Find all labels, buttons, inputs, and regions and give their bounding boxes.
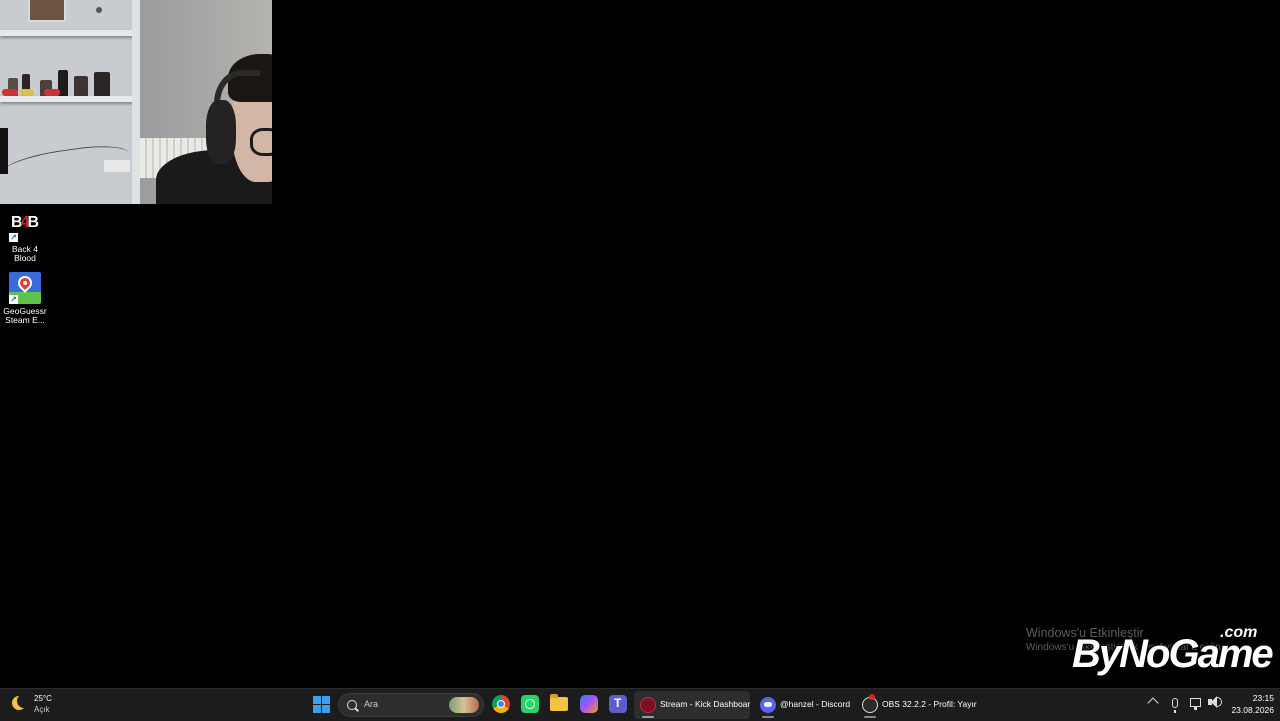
desktop-icon-label: Back 4 Blood <box>12 244 38 263</box>
taskbar-app-label: Stream - Kick Dashboar <box>660 699 751 709</box>
desktop-icon-back-4-blood[interactable]: B4B ↗ Back 4 Blood <box>0 210 50 263</box>
volume-icon[interactable] <box>1208 696 1217 708</box>
clock-date: 23.08.2026 <box>1231 705 1274 715</box>
taskbar-app-label: @hanzel - Discord <box>780 699 851 709</box>
shelf-top <box>0 30 138 36</box>
shortcut-arrow-icon: ↗ <box>9 295 18 304</box>
taskbar-app-discord[interactable]: @hanzel - Discord <box>754 691 854 719</box>
start-button[interactable] <box>313 696 330 713</box>
taskbar-app-label: OBS 32.2.2 - Profil: Yayır <box>882 699 977 709</box>
chevron-up-icon[interactable] <box>1147 697 1159 709</box>
taskbar-app-kick[interactable]: Stream - Kick Dashboar <box>634 691 750 719</box>
network-icon[interactable] <box>1190 698 1201 710</box>
webcam-overlay <box>0 0 272 204</box>
search-icon <box>347 700 357 710</box>
shelf-figures <box>0 62 118 96</box>
file-explorer-icon[interactable] <box>550 694 568 711</box>
running-indicator <box>864 716 876 718</box>
copilot-icon[interactable] <box>580 695 598 713</box>
microphone-icon[interactable] <box>1172 698 1178 713</box>
shortcut-arrow-icon: ↗ <box>9 233 18 242</box>
weather-widget[interactable]: 25°C Açık <box>10 693 70 717</box>
kick-icon <box>640 697 656 713</box>
watermark-suffix: .com <box>1220 624 1258 641</box>
search-placeholder: Ara <box>364 699 379 709</box>
glasses <box>250 128 272 156</box>
recording-dot-icon <box>869 694 875 700</box>
taskbar: 25°C Açık Ara Stream - Kick Dashboar @ha… <box>0 688 1280 721</box>
bynogame-watermark: ByNoGame .com <box>1072 624 1274 684</box>
back-4-blood-icon: B4B ↗ <box>9 214 39 242</box>
desktop: B4B ↗ Back 4 Blood ↗ GeoGuessr Steam E..… <box>0 0 1280 688</box>
shelf-post <box>132 0 140 204</box>
shelf-bottom <box>0 96 138 102</box>
desktop-icon-geoguessr[interactable]: ↗ GeoGuessr Steam E... <box>0 272 50 325</box>
geoguessr-icon: ↗ <box>9 272 41 304</box>
windows-logo-icon <box>313 696 321 704</box>
weather-condition: Açık <box>34 705 50 714</box>
running-indicator <box>762 716 774 718</box>
chair <box>0 128 8 174</box>
headphones-icon <box>206 100 236 164</box>
teams-icon[interactable] <box>609 695 627 713</box>
whatsapp-icon[interactable] <box>521 695 539 713</box>
moon-icon <box>12 694 31 710</box>
weather-temperature: 25°C <box>34 694 52 703</box>
cabinet-knob <box>96 7 102 13</box>
clock-time: 23:15 <box>1252 693 1274 703</box>
search-highlight-image <box>449 697 479 713</box>
taskbar-search[interactable]: Ara <box>338 693 484 717</box>
chrome-icon[interactable] <box>492 695 510 713</box>
desktop-icon-label: GeoGuessr Steam E... <box>3 306 47 325</box>
system-clock[interactable]: 23:15 23.08.2026 <box>1222 693 1274 715</box>
picture-frame <box>28 0 66 22</box>
active-indicator <box>642 716 654 718</box>
discord-icon <box>760 697 776 713</box>
power-strip <box>104 160 130 172</box>
taskbar-app-obs[interactable]: OBS 32.2.2 - Profil: Yayır <box>856 691 977 719</box>
